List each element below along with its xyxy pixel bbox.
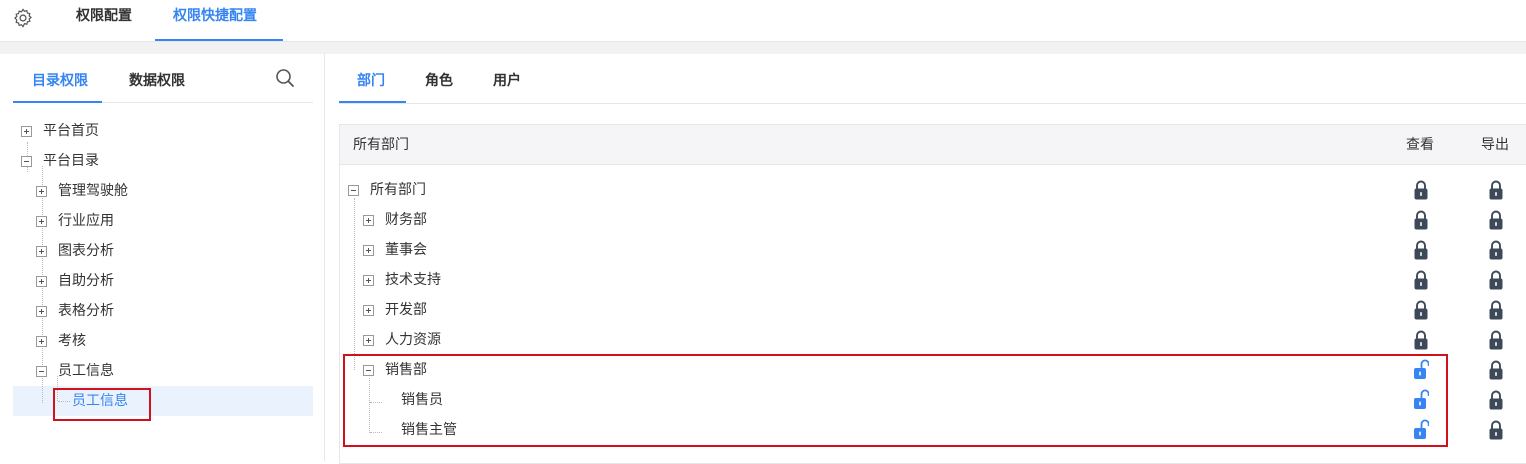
tree-item[interactable]: 平台目录 — [21, 146, 99, 176]
tab-quick-permission-config[interactable]: 权限快捷配置 — [155, 0, 283, 41]
tab-role[interactable]: 角色 — [425, 70, 453, 90]
lock-icon[interactable] — [1413, 239, 1429, 261]
left-tab-active-indicator — [13, 101, 102, 103]
expand-icon[interactable] — [36, 246, 47, 257]
tree-item-label: 员工信息 — [58, 363, 114, 379]
right-tabs-divider — [339, 103, 1526, 104]
tree-item-label: 自助分析 — [58, 273, 114, 289]
tree-item-label: 表格分析 — [58, 303, 114, 319]
lock-icon[interactable] — [1413, 209, 1429, 231]
tree-item[interactable]: 平台首页 — [21, 116, 99, 146]
lock-icon[interactable] — [1488, 359, 1504, 381]
row-label: 技术支持 — [385, 272, 441, 288]
tree-item[interactable]: 管理驾驶舱 — [36, 176, 128, 206]
column-header-export: 导出 — [1481, 137, 1509, 153]
lock-icon[interactable] — [1488, 389, 1504, 411]
collapse-icon[interactable] — [348, 185, 359, 196]
column-header-name: 所有部门 — [353, 137, 409, 153]
tree-item[interactable]: 表格分析 — [36, 296, 114, 326]
tree-item[interactable]: 员工信息 — [36, 356, 114, 386]
row-label: 财务部 — [385, 212, 427, 228]
lock-icon[interactable] — [1488, 209, 1504, 231]
row-label: 人力资源 — [385, 332, 441, 348]
tree-item-label: 平台首页 — [43, 123, 99, 139]
collapse-icon[interactable] — [21, 156, 32, 167]
right-tab-active-indicator — [339, 101, 406, 103]
expand-icon[interactable] — [363, 245, 374, 256]
tree-item[interactable]: 图表分析 — [36, 236, 114, 266]
tree-item[interactable]: 行业应用 — [36, 206, 114, 236]
lock-icon[interactable] — [1413, 299, 1429, 321]
expand-icon[interactable] — [363, 275, 374, 286]
tree-item-label: 管理驾驶舱 — [58, 183, 128, 199]
lock-icon[interactable] — [1488, 269, 1504, 291]
expand-icon[interactable] — [363, 215, 374, 226]
tree-item[interactable]: 自助分析 — [36, 266, 114, 296]
lock-icon[interactable] — [1413, 269, 1429, 291]
expand-icon[interactable] — [36, 216, 47, 227]
highlight-box — [53, 388, 151, 421]
lock-icon[interactable] — [1488, 179, 1504, 201]
tree-item[interactable]: 考核 — [36, 326, 86, 356]
tab-user[interactable]: 用户 — [493, 70, 521, 90]
tree-item-label: 行业应用 — [58, 213, 114, 229]
table-row[interactable]: 所有部门 — [348, 175, 426, 205]
table-header: 所有部门 查看 导出 — [340, 125, 1526, 165]
lock-icon[interactable] — [1488, 299, 1504, 321]
tab-permission-config[interactable]: 权限配置 — [76, 0, 132, 42]
expand-icon[interactable] — [21, 126, 32, 137]
lock-icon[interactable] — [1488, 419, 1504, 441]
search-icon[interactable] — [275, 68, 295, 88]
tab-directory-permission[interactable]: 目录权限 — [32, 70, 88, 90]
tab-department[interactable]: 部门 — [357, 70, 385, 90]
expand-icon[interactable] — [363, 335, 374, 346]
expand-icon[interactable] — [36, 276, 47, 287]
row-label: 所有部门 — [370, 182, 426, 198]
expand-icon[interactable] — [36, 306, 47, 317]
lock-icon[interactable] — [1413, 179, 1429, 201]
divider-strip — [0, 42, 1526, 54]
table-row[interactable]: 财务部 — [363, 205, 427, 235]
table-row[interactable]: 开发部 — [363, 295, 427, 325]
tree-item-label: 考核 — [58, 333, 86, 349]
expand-icon[interactable] — [363, 305, 374, 316]
column-header-view: 查看 — [1406, 137, 1434, 153]
tree-connector — [354, 198, 355, 370]
top-bar: 权限配置 权限快捷配置 — [0, 0, 1526, 42]
table-row[interactable]: 董事会 — [363, 235, 427, 265]
gear-icon[interactable] — [12, 7, 34, 29]
tab-data-permission[interactable]: 数据权限 — [129, 70, 185, 90]
left-panel: 目录权限 数据权限 平台首页 平台目录 管理驾驶舱 行业应用 图表分析 自助分析… — [0, 54, 325, 461]
table-row[interactable]: 人力资源 — [363, 325, 441, 355]
collapse-icon[interactable] — [36, 366, 47, 377]
lock-icon[interactable] — [1488, 239, 1504, 261]
table-row[interactable]: 技术支持 — [363, 265, 441, 295]
lock-icon[interactable] — [1413, 329, 1429, 351]
highlight-box — [343, 354, 1448, 447]
row-label: 开发部 — [385, 302, 427, 318]
expand-icon[interactable] — [36, 186, 47, 197]
tree-item-label: 图表分析 — [58, 243, 114, 259]
tree-item-label: 平台目录 — [43, 153, 99, 169]
lock-icon[interactable] — [1488, 329, 1504, 351]
expand-icon[interactable] — [36, 336, 47, 347]
row-label: 董事会 — [385, 242, 427, 258]
